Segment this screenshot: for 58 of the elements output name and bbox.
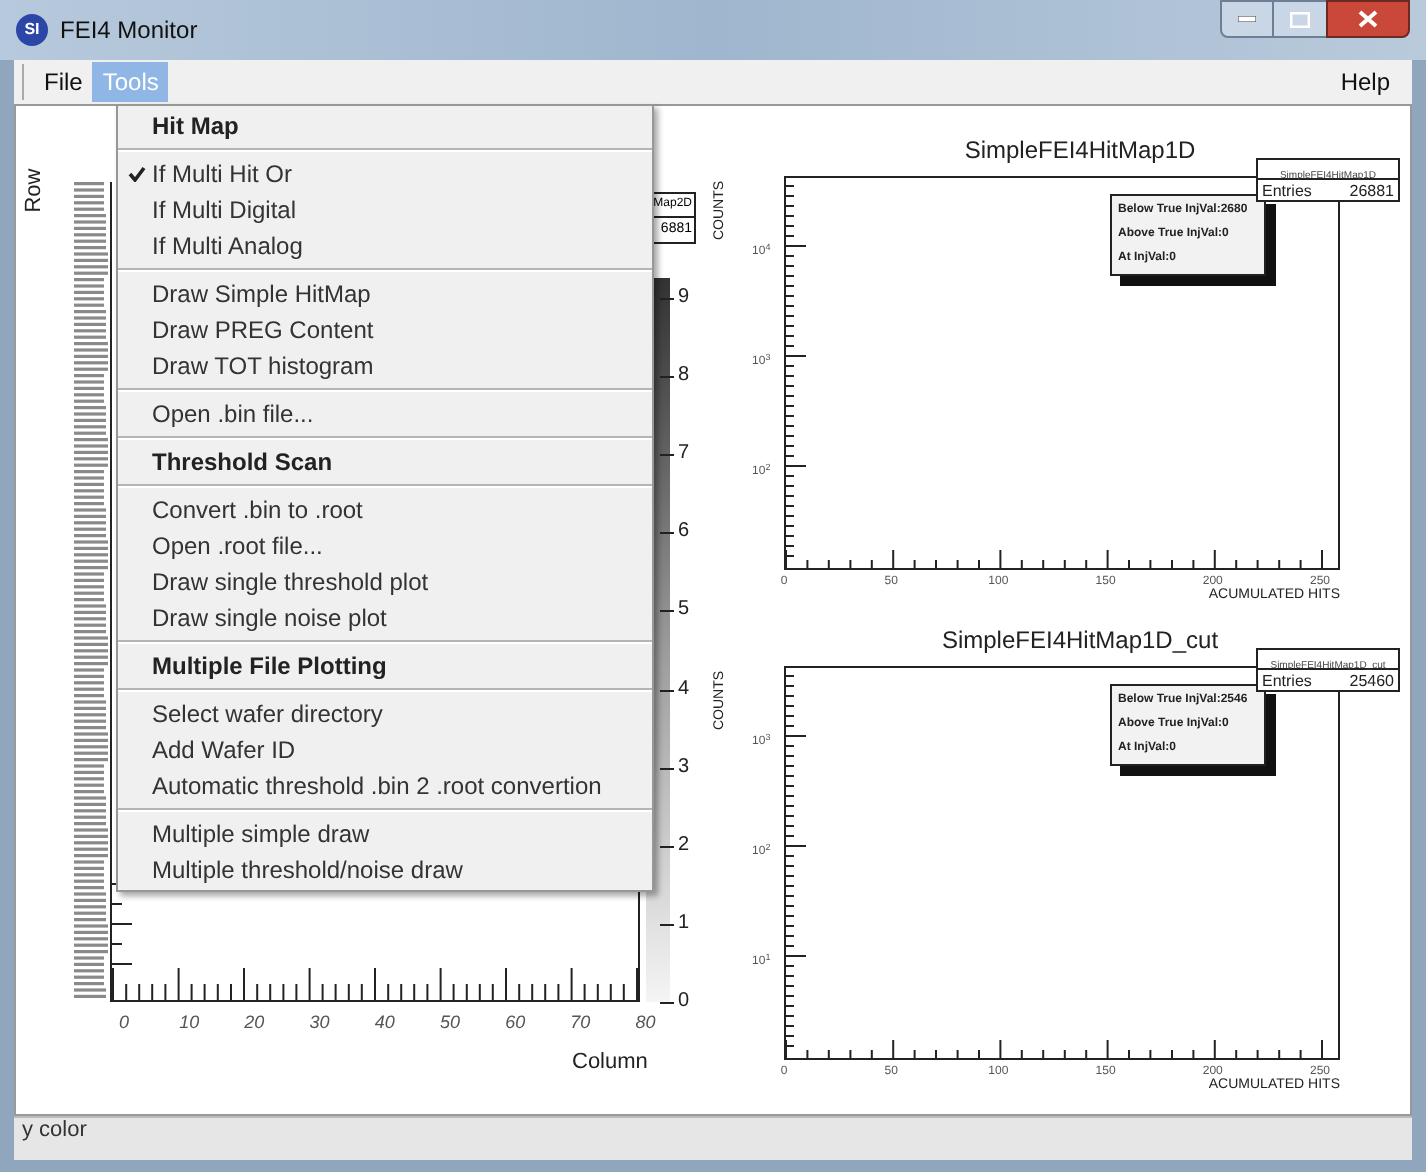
- color-scale-label: 7: [678, 442, 690, 467]
- menu-item[interactable]: If Multi Analog: [118, 228, 652, 264]
- minimize-icon: [1238, 16, 1256, 22]
- menu-item[interactable]: Draw PREG Content: [118, 312, 652, 348]
- stats-label: Entries: [1262, 181, 1312, 199]
- chart-title: SimpleFEI4HitMap1D: [962, 134, 1198, 168]
- color-scale-label: 1: [678, 911, 690, 936]
- close-icon: [1358, 10, 1378, 28]
- color-scale-label: 5: [678, 598, 690, 623]
- color-scale-label: 6: [678, 520, 690, 545]
- menu-item[interactable]: Convert .bin to .root: [118, 492, 652, 528]
- color-scale-label: 8: [678, 364, 690, 389]
- menu-item[interactable]: Add Wafer ID: [118, 732, 652, 768]
- axis-tick-label: 10: [177, 1010, 202, 1036]
- axis-tick-label: 60: [503, 1010, 528, 1036]
- close-button[interactable]: [1326, 0, 1410, 38]
- axis-tick-label: 50: [437, 1010, 462, 1036]
- axis-label: Row: [19, 168, 48, 213]
- menu-item[interactable]: Draw single noise plot: [118, 600, 652, 636]
- menu-item[interactable]: Multiple simple draw: [118, 816, 652, 852]
- menu-item[interactable]: If Multi Digital: [118, 192, 652, 228]
- menu-item[interactable]: Open .root file...: [118, 528, 652, 564]
- maximize-icon: [1290, 11, 1310, 27]
- menu-item[interactable]: Draw single threshold plot: [118, 564, 652, 600]
- menu-section-header: Multiple File Plotting: [150, 650, 389, 684]
- axis-tick-label: 70: [568, 1010, 593, 1036]
- axis-tick-label: 80: [633, 1010, 658, 1036]
- menu-item[interactable]: Help: [1330, 62, 1400, 102]
- color-scale-label: 4: [678, 677, 690, 701]
- menu-item[interactable]: Automatic threshold .bin 2 .root convertion: [118, 768, 652, 804]
- minimize-button[interactable]: [1220, 0, 1274, 38]
- axis-tick-label: 0: [116, 1010, 131, 1036]
- color-scale-label: 3: [678, 755, 690, 780]
- menu-item[interactable]: Select wafer directory: [118, 696, 652, 732]
- stats-label: Entries: [1262, 671, 1312, 689]
- menu-item[interactable]: Multiple threshold/noise draw: [118, 852, 652, 888]
- axis-label: Column: [572, 1048, 648, 1078]
- maximize-button[interactable]: [1274, 0, 1326, 38]
- menu-section-header: Threshold Scan: [150, 446, 335, 480]
- axis-tick-label: 40: [372, 1010, 397, 1036]
- grip-icon: [20, 64, 26, 100]
- menu-item[interactable]: Draw TOT histogram: [118, 348, 652, 384]
- menu-item[interactable]: If Multi Hit Or: [118, 156, 652, 192]
- color-scale-label: 2: [678, 833, 690, 858]
- window-title: FEI4 Monitor: [60, 14, 198, 48]
- axis-tick-label: 20: [242, 1010, 267, 1036]
- menu-item[interactable]: File: [34, 62, 93, 102]
- color-scale-label: 0: [678, 989, 690, 1014]
- menu-section-header: Hit Map: [150, 110, 241, 144]
- menu-item[interactable]: Open .bin file...: [118, 396, 652, 432]
- color-scale-label: 9: [678, 286, 690, 310]
- stats-value: 26881: [1349, 181, 1394, 199]
- app-logo: SI: [16, 14, 48, 46]
- axis-tick-label: 30: [307, 1010, 332, 1036]
- menu-item[interactable]: Draw Simple HitMap: [118, 276, 652, 312]
- stats-value: 25460: [1349, 671, 1394, 689]
- status-text: y color: [20, 1118, 87, 1142]
- chart-title: SimpleFEI4HitMap1D_cut: [939, 624, 1221, 658]
